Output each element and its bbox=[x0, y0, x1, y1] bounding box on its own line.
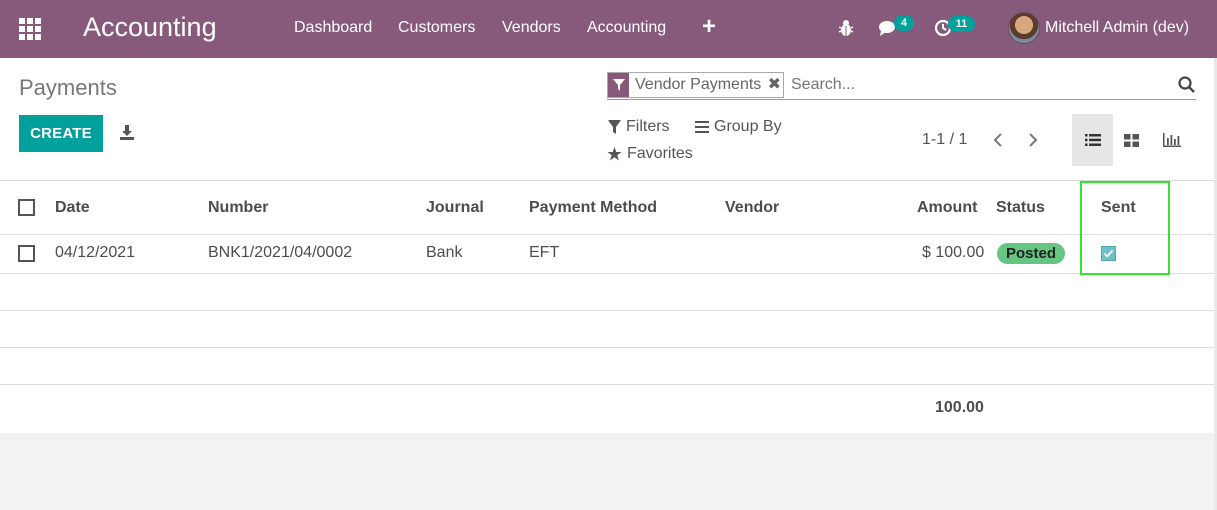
kanban-view-button[interactable] bbox=[1111, 114, 1152, 166]
app-title[interactable]: Accounting bbox=[83, 12, 217, 43]
payments-list: Date Number Journal Payment Method Vendo… bbox=[0, 181, 1217, 433]
empty-row bbox=[0, 348, 1214, 385]
column-header-status[interactable]: Status bbox=[996, 199, 1045, 217]
column-header-vendor[interactable]: Vendor bbox=[725, 199, 779, 217]
row-select-checkbox[interactable] bbox=[18, 245, 35, 262]
table-row[interactable]: 04/12/2021 BNK1/2021/04/0002 Bank EFT $ … bbox=[0, 235, 1214, 274]
favorites-dropdown[interactable]: Favorites bbox=[607, 145, 693, 163]
column-header-amount[interactable]: Amount bbox=[917, 199, 977, 217]
list-bars-icon bbox=[695, 121, 709, 133]
menu-vendors[interactable]: Vendors bbox=[502, 19, 561, 37]
status-badge: Posted bbox=[997, 243, 1066, 264]
export-download-icon[interactable] bbox=[119, 124, 135, 140]
search-input[interactable] bbox=[791, 72, 1171, 98]
cell-journal: Bank bbox=[426, 244, 463, 261]
list-view-button[interactable] bbox=[1072, 114, 1113, 166]
activity-count-badge: 11 bbox=[948, 16, 975, 32]
apps-grid-icon[interactable] bbox=[19, 18, 41, 40]
list-view-icon bbox=[1084, 134, 1101, 146]
new-app-menu-plus-icon[interactable]: + bbox=[702, 13, 716, 41]
pager-previous-icon[interactable] bbox=[991, 132, 1005, 148]
chat-count-badge: 4 bbox=[894, 15, 914, 31]
cell-date: 04/12/2021 bbox=[55, 244, 136, 261]
group-by-label: Group By bbox=[714, 118, 782, 135]
star-icon bbox=[607, 147, 622, 161]
sent-column-highlight bbox=[1080, 181, 1170, 275]
pager-value[interactable]: 1-1 / 1 bbox=[922, 131, 967, 149]
filters-label: Filters bbox=[626, 118, 670, 135]
cell-amount: $ 100.00 bbox=[922, 244, 985, 261]
create-button[interactable]: CREATE bbox=[19, 115, 103, 152]
menu-accounting[interactable]: Accounting bbox=[587, 19, 666, 37]
group-by-dropdown[interactable]: Group By bbox=[695, 118, 782, 136]
empty-row bbox=[0, 311, 1214, 348]
user-avatar[interactable] bbox=[1008, 12, 1040, 44]
filters-dropdown[interactable]: Filters bbox=[608, 118, 670, 136]
control-panel: Payments CREATE Vendor Payments ✖ Filter… bbox=[0, 58, 1217, 181]
menu-customers[interactable]: Customers bbox=[398, 19, 475, 37]
kanban-view-icon bbox=[1124, 133, 1139, 147]
search-icon[interactable] bbox=[1178, 76, 1195, 93]
debug-bug-icon[interactable] bbox=[838, 19, 854, 37]
filter-facet: Vendor Payments ✖ bbox=[607, 72, 785, 98]
empty-row bbox=[0, 274, 1214, 311]
search-bar: Vendor Payments ✖ bbox=[607, 70, 1196, 100]
column-header-payment-method[interactable]: Payment Method bbox=[529, 199, 657, 217]
select-all-checkbox[interactable] bbox=[18, 199, 35, 216]
cell-number: BNK1/2021/04/0002 bbox=[208, 244, 353, 261]
table-header: Date Number Journal Payment Method Vendo… bbox=[0, 181, 1214, 235]
column-header-number[interactable]: Number bbox=[208, 199, 268, 217]
menu-dashboard[interactable]: Dashboard bbox=[294, 19, 372, 37]
page-title[interactable]: Payments bbox=[19, 75, 117, 101]
favorites-label: Favorites bbox=[627, 145, 693, 162]
pager-next-icon[interactable] bbox=[1026, 132, 1040, 148]
user-menu-name[interactable]: Mitchell Admin (dev) bbox=[1045, 19, 1189, 37]
facet-label: Vendor Payments bbox=[635, 76, 762, 93]
filter-funnel-icon bbox=[608, 120, 621, 134]
top-navbar: Accounting Dashboard Customers Vendors A… bbox=[0, 0, 1217, 58]
column-header-date[interactable]: Date bbox=[55, 199, 90, 217]
filter-funnel-icon bbox=[608, 73, 629, 97]
facet-remove-icon[interactable]: ✖ bbox=[765, 73, 783, 97]
graph-view-button[interactable] bbox=[1151, 114, 1192, 166]
cell-payment-method: EFT bbox=[529, 244, 560, 261]
amount-total: 100.00 bbox=[935, 399, 984, 416]
column-header-journal[interactable]: Journal bbox=[426, 199, 484, 217]
bar-chart-icon bbox=[1162, 133, 1181, 147]
